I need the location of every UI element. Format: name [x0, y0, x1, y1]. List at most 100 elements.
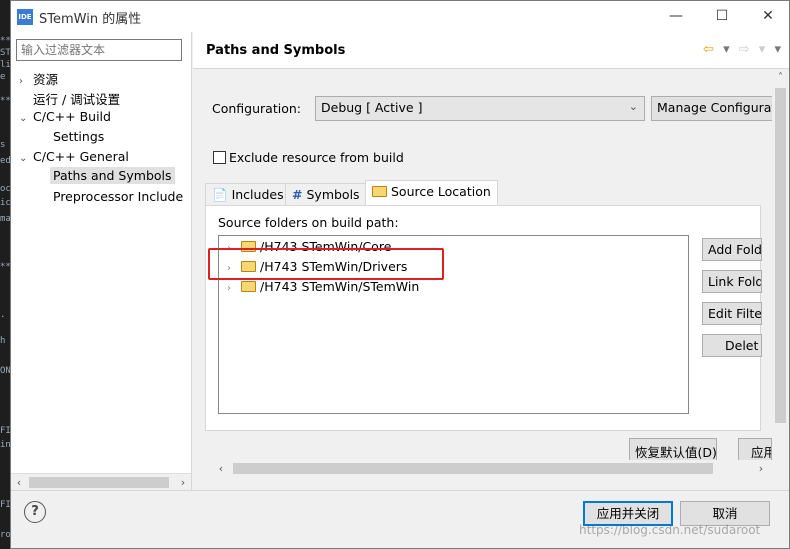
scroll-left-icon[interactable]: ‹	[11, 474, 27, 491]
scroll-up-icon[interactable]: ˄	[772, 70, 789, 86]
code-fragment: **	[0, 36, 10, 46]
chevron-right-icon[interactable]: ›	[227, 283, 241, 294]
help-icon[interactable]: ?	[24, 501, 46, 523]
chevron-down-icon[interactable]: ⌄	[19, 113, 33, 124]
code-fragment: h	[0, 336, 6, 346]
page-nav: ⇦ ▾ ⇨ ▾ ▾	[698, 42, 781, 57]
properties-dialog: IDE STemWin 的属性 — ☐ ✕ ›资源 运行 / 调试设置 ⌄C/C…	[10, 0, 790, 549]
scroll-thumb[interactable]	[775, 88, 786, 423]
minimize-button[interactable]: —	[653, 1, 699, 32]
folder-icon	[241, 281, 256, 292]
code-fragment: s	[0, 140, 6, 150]
forward-menu-icon[interactable]: ▾	[759, 42, 766, 57]
code-fragment: **	[0, 262, 10, 272]
apply-button[interactable]: 应用	[738, 438, 772, 461]
view-menu-icon[interactable]: ▾	[774, 42, 781, 57]
scroll-left-icon[interactable]: ‹	[213, 460, 229, 477]
page-vertical-scrollbar[interactable]: ˄	[772, 70, 789, 433]
link-folder-button[interactable]: Link Fold	[702, 270, 762, 293]
tab-includes[interactable]: 📄 Includes	[205, 183, 291, 205]
chevron-down-icon: ⌄	[628, 100, 638, 113]
folder-path: /H743 STemWin/STemWin	[260, 279, 420, 294]
title-bar[interactable]: IDE STemWin 的属性 — ☐ ✕	[11, 1, 789, 32]
watermark: https://blog.csdn.net/sudaroot	[579, 523, 761, 537]
code-fragment: FI	[0, 500, 10, 510]
exclude-resource-label: Exclude resource from build	[229, 150, 404, 165]
edit-filter-button[interactable]: Edit Filte	[702, 302, 762, 325]
tab-bar: 📄 Includes # Symbols Source Location	[205, 180, 761, 206]
code-fragment: .	[0, 310, 6, 320]
tree-item-resource[interactable]: › 资源	[19, 69, 58, 88]
properties-page: Paths and Symbols ⇦ ▾ ⇨ ▾ ▾ Configuratio…	[193, 32, 789, 490]
tree-item-run-debug[interactable]: 运行 / 调试设置	[33, 89, 120, 108]
manage-configurations-button[interactable]: Manage Configurati	[651, 96, 776, 121]
tab-symbols[interactable]: # Symbols	[285, 183, 367, 205]
forward-arrow-icon[interactable]: ⇨	[739, 42, 750, 57]
tree-item-label: Paths and Symbols	[53, 168, 172, 183]
tree-item-label: Settings	[53, 129, 105, 144]
code-fragment: lic	[0, 60, 10, 70]
back-menu-icon[interactable]: ▾	[723, 42, 730, 57]
source-folders-label: Source folders on build path:	[218, 215, 399, 230]
exclude-resource-checkbox[interactable]	[213, 151, 226, 164]
restore-defaults-button[interactable]: 恢复默认值(D)	[629, 438, 717, 461]
page-header: Paths and Symbols ⇦ ▾ ⇨ ▾ ▾	[193, 32, 789, 69]
tree-item-label: Preprocessor Include	[53, 189, 184, 204]
close-button[interactable]: ✕	[745, 1, 790, 32]
scroll-thumb[interactable]	[233, 463, 713, 474]
code-fragment: e	[0, 72, 6, 82]
chevron-right-icon[interactable]: ›	[19, 76, 33, 87]
ide-app-icon: IDE	[17, 9, 33, 25]
scroll-right-icon[interactable]: ›	[175, 474, 191, 491]
code-fragment: ic	[0, 198, 10, 208]
includes-icon: 📄	[212, 187, 228, 202]
tree-item-label: C/C++ General	[33, 149, 129, 164]
dialog-footer: ? 应用并关闭 取消 https://blog.csdn.net/sudaroo…	[11, 490, 789, 548]
tab-source-location[interactable]: Source Location	[365, 180, 498, 206]
back-arrow-icon[interactable]: ⇦	[703, 42, 714, 57]
tree-item-label: 资源	[33, 72, 59, 87]
tree-item-label: 运行 / 调试设置	[33, 92, 121, 107]
page-horizontal-scrollbar[interactable]: ‹ ›	[193, 460, 773, 477]
hash-icon: #	[292, 187, 303, 202]
code-fragment: oc	[0, 184, 10, 194]
exclude-resource-row[interactable]: Exclude resource from build	[213, 150, 404, 165]
scroll-right-icon[interactable]: ›	[753, 460, 769, 477]
source-location-panel: Source folders on build path: › /H743 STe…	[205, 205, 762, 431]
filter-input[interactable]	[16, 39, 182, 61]
tree-item-paths-symbols[interactable]: Paths and Symbols	[50, 167, 175, 184]
sidebar: ›资源 运行 / 调试设置 ⌄C/C++ Build Settings ⌄C/C…	[11, 32, 192, 490]
code-fragment: FI	[0, 426, 10, 436]
chevron-down-icon[interactable]: ⌄	[19, 153, 33, 164]
tree-item-settings[interactable]: Settings	[53, 129, 104, 144]
maximize-button[interactable]: ☐	[699, 1, 745, 32]
tab-label: Source Location	[391, 184, 491, 199]
tree-item-label: C/C++ Build	[33, 109, 111, 124]
background-code-editor: ** ST lic e ** s ed oc ic ma ** . h ON F…	[0, 0, 10, 549]
sidebar-horizontal-scrollbar[interactable]: ‹ ›	[11, 473, 191, 490]
configuration-value: Debug [ Active ]	[321, 100, 423, 115]
tree-item-preprocessor-include[interactable]: Preprocessor Include	[53, 189, 183, 204]
code-fragment: ro	[0, 530, 10, 540]
delete-button[interactable]: Delet	[702, 334, 762, 357]
tab-label: Includes	[231, 187, 284, 202]
code-fragment: **	[0, 96, 10, 106]
window-title: STemWin 的属性	[39, 12, 142, 27]
code-fragment: ed	[0, 156, 10, 166]
configuration-select[interactable]: Debug [ Active ] ⌄	[315, 96, 645, 121]
code-fragment: ST	[0, 48, 10, 58]
list-item[interactable]: › /H743 STemWin/STemWin	[227, 279, 419, 294]
tab-label: Symbols	[306, 187, 360, 202]
code-fragment: ON	[0, 366, 10, 376]
configuration-label: Configuration:	[212, 101, 301, 116]
page-content: Configuration: Debug [ Active ] ⌄ Manage…	[205, 70, 776, 433]
code-fragment: ma	[0, 214, 10, 224]
page-title: Paths and Symbols	[206, 43, 346, 58]
folder-icon	[372, 186, 387, 197]
add-folder-button[interactable]: Add Fold	[702, 238, 762, 261]
tree-item-cpp-build[interactable]: ⌄ C/C++ Build	[19, 109, 111, 124]
code-fragment: int	[0, 440, 10, 450]
scroll-thumb[interactable]	[29, 477, 169, 488]
red-highlight-box	[208, 248, 444, 280]
tree-item-cpp-general[interactable]: ⌄ C/C++ General	[19, 149, 129, 164]
